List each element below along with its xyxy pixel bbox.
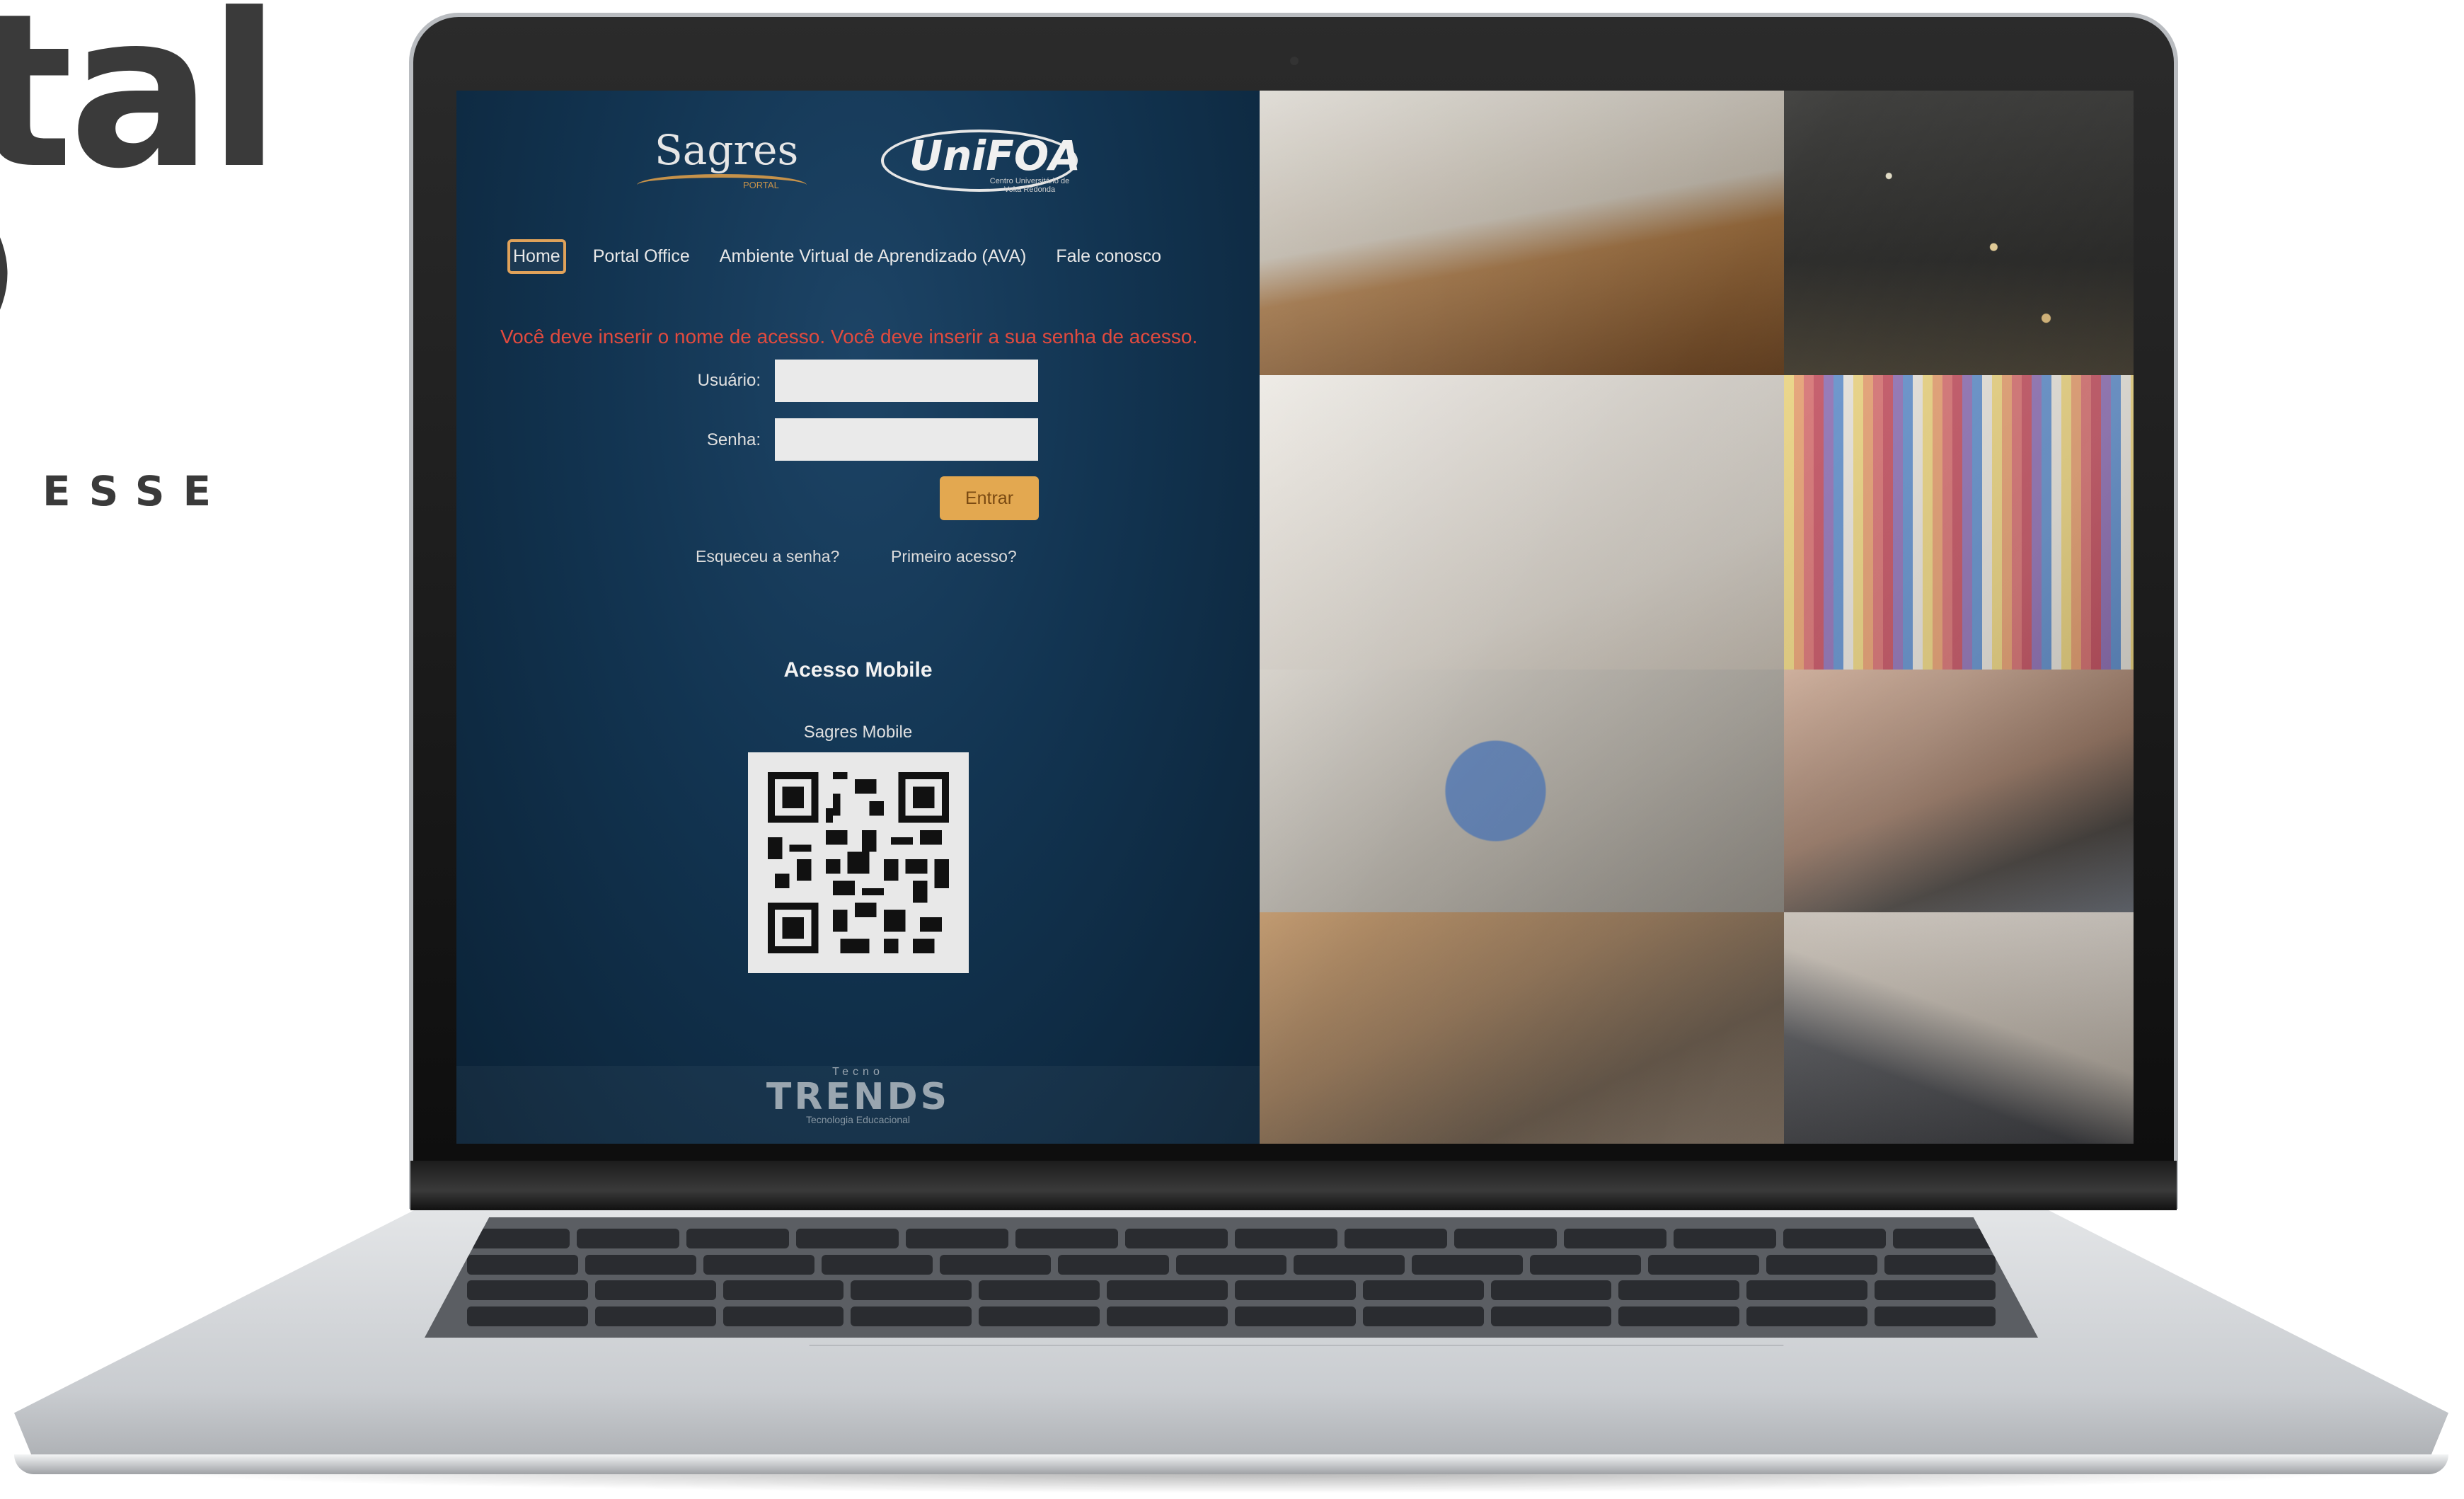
laptop-screen: Sagres PORTAL UniFOA Centro Universitári…	[456, 91, 2134, 1144]
unifoa-logo-text: UniFOA	[909, 132, 1081, 180]
tecnotrends-logo: Tecno TRENDS Tecnologia Educacional	[456, 1066, 1260, 1125]
photo-desk-glasses	[1260, 91, 1784, 375]
photo-collage	[1260, 91, 2134, 1144]
first-access-link[interactable]: Primeiro acesso?	[891, 547, 1017, 566]
photo-drawing-tools	[1260, 912, 1784, 1144]
background-paren-fragment: )	[0, 191, 19, 348]
qr-code[interactable]	[748, 752, 969, 973]
laptop-keyboard	[425, 1217, 2038, 1338]
sagres-swoosh-icon	[637, 174, 807, 196]
error-message: Você deve inserir o nome de acesso. Você…	[500, 326, 1198, 348]
sagres-logo: Sagres PORTAL	[637, 126, 821, 204]
photo-city-night	[1783, 91, 2134, 375]
tecnotrends-tagline: Tecnologia Educacional	[805, 1114, 911, 1125]
submit-button[interactable]: Entrar	[940, 476, 1039, 520]
unifoa-logo-subtext: Centro Universitário de Volta Redonda	[989, 177, 1070, 194]
qr-code-icon	[768, 772, 949, 953]
sagres-logo-text: Sagres	[655, 126, 799, 174]
password-input[interactable]	[775, 418, 1038, 461]
nav-item-ava[interactable]: Ambiente Virtual de Aprendizado (AVA)	[717, 241, 1030, 272]
webcam-icon	[1290, 57, 1299, 65]
nav-item-fale-conosco[interactable]: Fale conosco	[1053, 241, 1164, 272]
mobile-app-label: Sagres Mobile	[803, 723, 913, 742]
password-label: Senha:	[706, 430, 761, 449]
background-title-fragment: tal	[0, 0, 281, 215]
photo-hand-tablet	[1783, 912, 2134, 1144]
laptop-base-edge	[14, 1454, 2448, 1474]
user-label: Usuário:	[697, 371, 761, 390]
nav-item-home[interactable]: Home	[507, 239, 566, 274]
sagres-logo-subtext: PORTAL	[743, 180, 779, 190]
photo-hand-phone	[1783, 670, 2134, 912]
background-tagline-fragment: ESSE	[42, 467, 230, 515]
forgot-password-link[interactable]: Esqueceu a senha?	[696, 547, 839, 566]
login-panel: Sagres PORTAL UniFOA Centro Universitári…	[456, 91, 1260, 1144]
mobile-access-title: Acesso Mobile	[783, 658, 933, 682]
top-nav: Home Portal Office Ambiente Virtual de A…	[507, 239, 1164, 274]
nav-item-portal-office[interactable]: Portal Office	[590, 241, 693, 272]
tecnotrends-logo-text: TRENDS	[766, 1076, 950, 1118]
photo-notebook-pencil	[1260, 374, 1784, 670]
laptop-trackpad	[778, 1345, 1814, 1459]
user-input[interactable]	[775, 360, 1038, 402]
laptop-hinge	[410, 1161, 2177, 1210]
unifoa-logo: UniFOA Centro Universitário de Volta Red…	[881, 126, 1081, 197]
tecnotrends-logo-top: Tecno	[832, 1066, 884, 1078]
photo-lightbulb-sketch	[1260, 670, 1784, 912]
photo-colored-pencils	[1783, 374, 2134, 670]
